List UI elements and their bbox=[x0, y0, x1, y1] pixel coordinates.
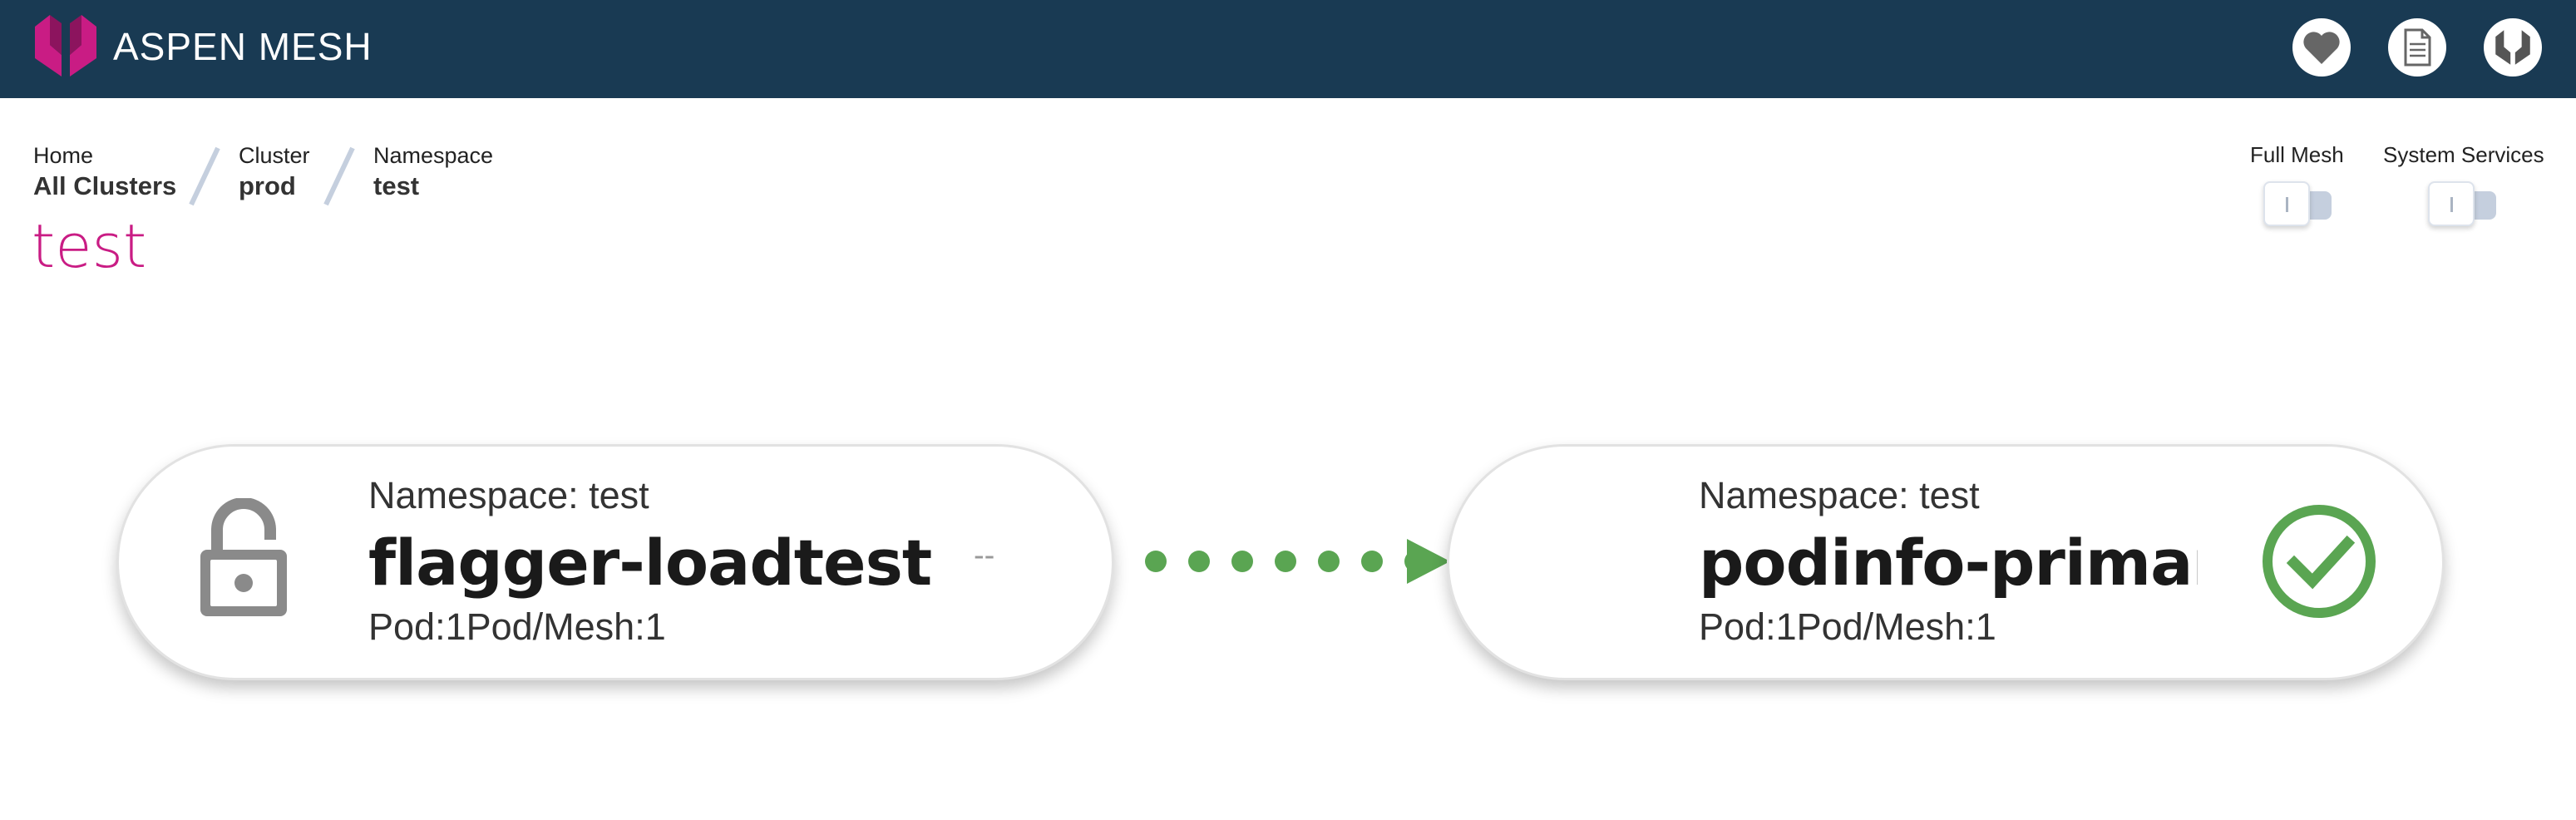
brand-name[interactable]: ASPEN MESH bbox=[113, 23, 373, 70]
system-services-label: System Services bbox=[2383, 142, 2544, 167]
node-extra: -- bbox=[974, 538, 995, 573]
arrowhead-icon bbox=[1407, 539, 1450, 584]
healthy-check-icon bbox=[2263, 505, 2376, 618]
unlocked-icon bbox=[200, 498, 287, 616]
full-mesh-toggle[interactable] bbox=[2263, 181, 2335, 228]
node-name: podinfo-primary bbox=[1699, 526, 2198, 600]
node-name: flagger-loadtest bbox=[368, 526, 932, 600]
aspen-logo-icon bbox=[2495, 30, 2530, 65]
top-nav-bar: ASPEN MESH bbox=[0, 0, 2576, 98]
breadcrumb-value[interactable]: test bbox=[373, 170, 493, 203]
node-pod-stats: Pod:1Pod/Mesh:1 bbox=[368, 605, 666, 648]
breadcrumb-value[interactable]: All Clusters bbox=[33, 170, 176, 203]
system-services-toggle[interactable] bbox=[2428, 181, 2500, 228]
traffic-edge[interactable] bbox=[1131, 532, 1455, 590]
full-mesh-label: Full Mesh bbox=[2250, 142, 2344, 167]
breadcrumb-value[interactable]: prod bbox=[239, 170, 310, 203]
toggle-knob[interactable] bbox=[2428, 181, 2475, 226]
breadcrumb-cluster[interactable]: Cluster prod bbox=[239, 141, 310, 203]
breadcrumb-label: Home bbox=[33, 143, 94, 168]
account-button[interactable] bbox=[2484, 18, 2542, 77]
toggle-knob[interactable] bbox=[2263, 181, 2310, 226]
docs-button[interactable] bbox=[2388, 18, 2446, 77]
breadcrumb-label: Namespace bbox=[373, 143, 494, 168]
breadcrumb-separator bbox=[189, 146, 220, 206]
document-icon bbox=[2404, 28, 2431, 67]
breadcrumb-home[interactable]: Home All Clusters bbox=[33, 141, 176, 203]
heart-icon bbox=[2303, 32, 2340, 64]
breadcrumb-namespace[interactable]: Namespace test bbox=[373, 141, 493, 203]
service-node-flagger-loadtest[interactable]: Namespace: test flagger-loadtest Pod:1Po… bbox=[116, 444, 1114, 680]
breadcrumb-label: Cluster bbox=[239, 143, 310, 168]
node-namespace: Namespace: test bbox=[1699, 474, 1980, 516]
breadcrumb-separator bbox=[323, 146, 355, 206]
aspen-mesh-logo[interactable] bbox=[32, 12, 100, 80]
node-pod-stats: Pod:1Pod/Mesh:1 bbox=[1699, 605, 1996, 648]
service-node-podinfo-primary[interactable]: Namespace: test podinfo-primary Pod:1Pod… bbox=[1447, 444, 2445, 680]
health-button[interactable] bbox=[2292, 18, 2351, 77]
page-title: test bbox=[32, 211, 147, 281]
node-namespace: Namespace: test bbox=[368, 474, 649, 516]
